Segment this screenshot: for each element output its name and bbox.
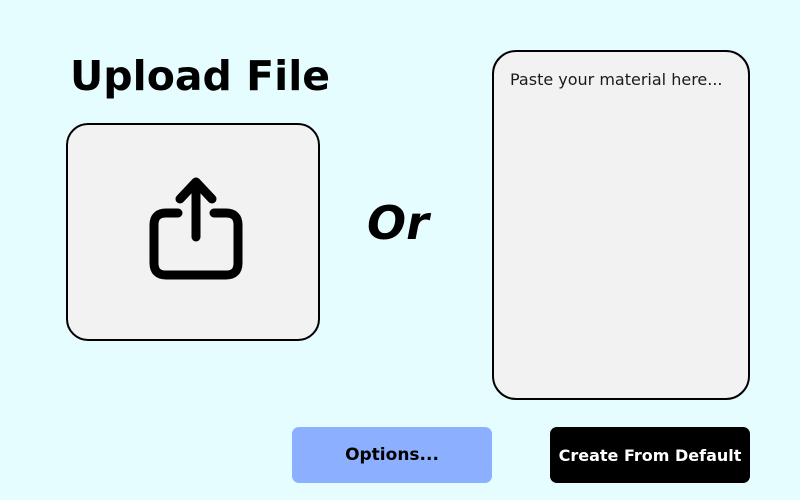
paste-material-textarea[interactable]: [492, 50, 750, 400]
options-button[interactable]: Options...: [292, 427, 492, 483]
upload-dropzone[interactable]: [66, 123, 320, 341]
share-upload-icon: [149, 177, 243, 280]
or-separator: Or: [367, 196, 429, 250]
upload-file-title: Upload File: [70, 52, 331, 100]
create-from-default-button[interactable]: Create From Default: [550, 427, 750, 483]
